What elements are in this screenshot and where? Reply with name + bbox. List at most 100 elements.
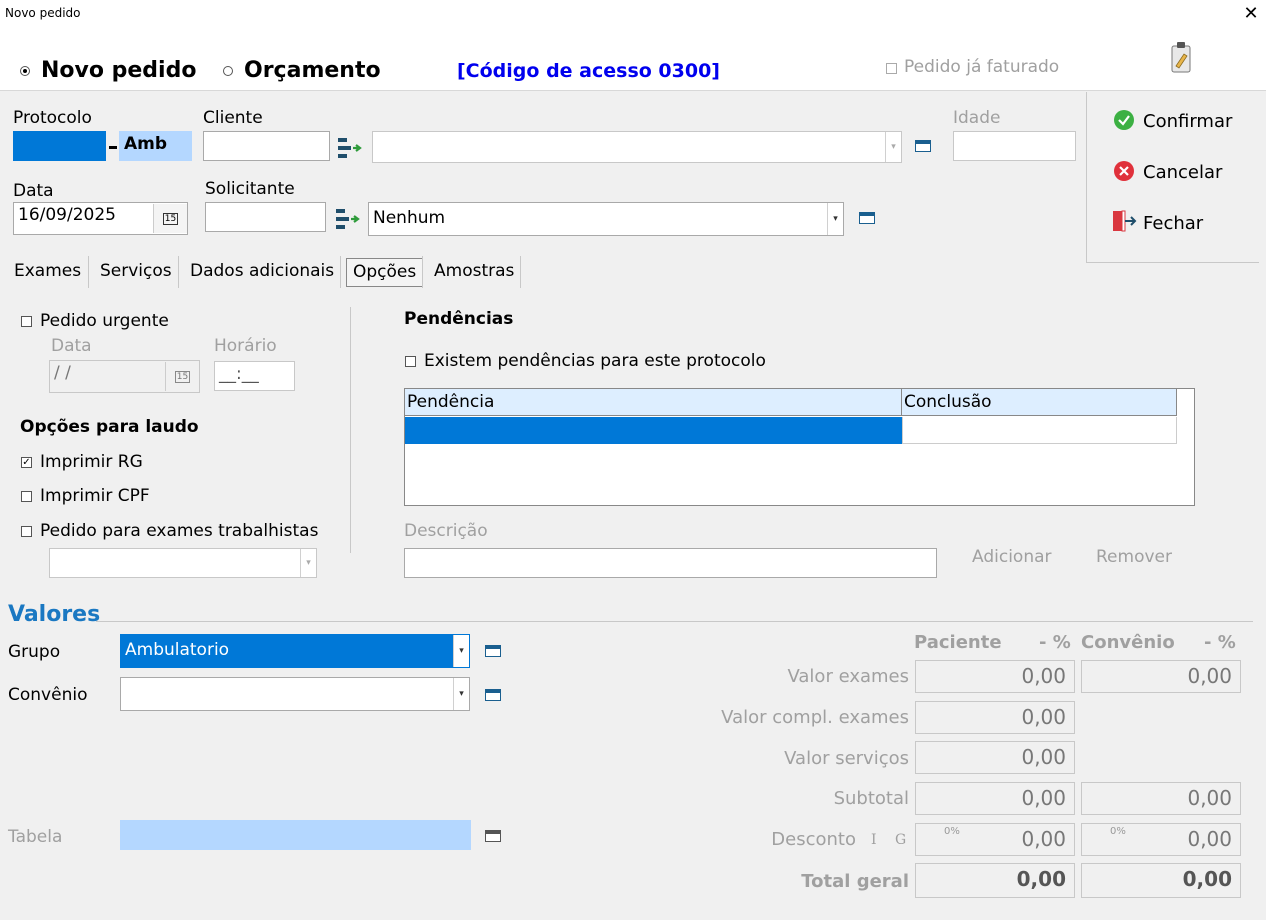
cancel-icon[interactable] (1113, 160, 1135, 182)
check-icon[interactable] (1113, 109, 1135, 131)
imprimir-cpf-checkbox[interactable] (21, 491, 32, 502)
chevron-down-icon[interactable]: ▾ (885, 132, 901, 162)
valor-servicos-label: Valor serviços (784, 748, 909, 769)
cancelar-button[interactable]: Cancelar (1143, 162, 1222, 183)
total-convenio[interactable]: 0,00 (1081, 863, 1241, 898)
tab-opcoes[interactable]: Opções (346, 258, 424, 287)
solicitante-code-input[interactable] (205, 202, 326, 232)
remover-button[interactable]: Remover (1096, 547, 1172, 567)
grid-row-cell[interactable] (902, 417, 1177, 444)
pendencias-grid[interactable]: Pendência Conclusão (404, 388, 1195, 506)
calendar-icon[interactable]: 15 (165, 362, 199, 391)
calendar-glyph: 15 (162, 212, 179, 225)
grid-row-cell[interactable] (405, 417, 902, 444)
trabalhistas-checkbox[interactable] (21, 526, 32, 537)
desconto-i[interactable]: I (871, 832, 877, 848)
col-convenio: Convênio (1081, 632, 1175, 653)
tab-amostras[interactable]: Amostras (428, 256, 520, 289)
desconto-paciente[interactable]: 0,00 (915, 823, 1075, 856)
protocolo-input[interactable] (13, 131, 106, 161)
cliente-window-icon[interactable] (915, 140, 931, 152)
chevron-down-icon[interactable]: ▾ (827, 203, 843, 235)
chevron-down-icon[interactable]: ▾ (453, 635, 469, 667)
valor-compl-paciente[interactable]: 0,00 (915, 701, 1075, 734)
radio-novo-pedido[interactable] (20, 66, 30, 76)
tabela-input[interactable] (120, 820, 471, 850)
radio-orcamento[interactable] (223, 66, 233, 76)
desconto-paciente-pct: 0% (944, 826, 960, 837)
col-pct-paciente: - % (1039, 632, 1071, 653)
calendar-glyph: 15 (174, 370, 191, 383)
clipboard-icon[interactable] (1170, 40, 1192, 74)
confirmar-button[interactable]: Confirmar (1143, 111, 1232, 132)
tabela-label: Tabela (8, 827, 63, 847)
descricao-label: Descrição (404, 521, 488, 541)
idade-label: Idade (953, 108, 1001, 128)
tabela-window-icon[interactable] (485, 830, 501, 842)
convenio-combo[interactable]: ▾ (120, 677, 470, 711)
access-code: [Código de acesso 0300] (457, 60, 720, 82)
faturado-checkbox[interactable] (886, 63, 897, 74)
cliente-combo[interactable]: ▾ (372, 131, 902, 163)
imprimir-rg-checkbox[interactable]: ✓ (21, 457, 32, 468)
trabalhistas-combo[interactable]: ▾ (49, 548, 317, 578)
existem-pendencias-checkbox[interactable] (405, 356, 416, 367)
exit-door-icon[interactable] (1111, 209, 1137, 233)
protocolo-label: Protocolo (13, 108, 92, 128)
window-title: Novo pedido (5, 6, 81, 20)
tab-servicos[interactable]: Serviços (94, 256, 178, 289)
horario-label: Horário (214, 336, 277, 356)
tree-search-icon[interactable] (335, 207, 361, 231)
pendencias-title: Pendências (404, 309, 514, 329)
tab-divider (340, 256, 341, 288)
tab-divider (520, 256, 521, 288)
col-conclusao[interactable]: Conclusão (904, 389, 1177, 416)
mode-novo-label[interactable]: Novo pedido (41, 58, 196, 83)
col-pct-convenio: - % (1204, 632, 1236, 653)
adicionar-button[interactable]: Adicionar (972, 547, 1052, 567)
valor-compl-label: Valor compl. exames (721, 707, 909, 728)
subtotal-convenio[interactable]: 0,00 (1081, 782, 1241, 815)
desconto-convenio[interactable]: 0,00 (1081, 823, 1241, 856)
desconto-label: Desconto (771, 829, 856, 850)
tree-search-icon[interactable] (337, 136, 363, 160)
data-label: Data (13, 181, 54, 201)
valor-exames-paciente[interactable]: 0,00 (915, 660, 1075, 693)
title-bar: Novo pedido ✕ (0, 0, 1266, 30)
imprimir-rg-label: Imprimir RG (40, 452, 143, 472)
urgente-checkbox[interactable] (21, 316, 32, 327)
fechar-button[interactable]: Fechar (1143, 213, 1203, 234)
total-label: Total geral (801, 871, 909, 892)
valor-exames-convenio[interactable]: 0,00 (1081, 660, 1241, 693)
col-pendencia[interactable]: Pendência (405, 389, 902, 416)
desconto-g[interactable]: G (895, 832, 906, 848)
chevron-down-icon[interactable]: ▾ (300, 549, 316, 577)
grupo-label: Grupo (8, 642, 61, 662)
header-divider (0, 90, 1266, 91)
chevron-down-icon[interactable]: ▾ (453, 678, 469, 710)
col-paciente: Paciente (914, 632, 1002, 653)
action-panel-border-bottom (1086, 262, 1259, 263)
cliente-code-input[interactable] (203, 131, 330, 161)
tab-exames[interactable]: Exames (8, 256, 87, 289)
solicitante-combo[interactable]: Nenhum ▾ (368, 202, 844, 236)
grupo-window-icon[interactable] (485, 645, 501, 657)
close-icon[interactable]: ✕ (1240, 2, 1262, 26)
urgente-data-label: Data (51, 336, 92, 356)
horario-input[interactable]: __:__ (214, 361, 295, 391)
calendar-icon[interactable]: 15 (153, 204, 187, 233)
tab-dados-adicionais[interactable]: Dados adicionais (184, 256, 340, 289)
solicitante-window-icon[interactable] (859, 212, 875, 224)
convenio-window-icon[interactable] (485, 689, 501, 701)
idade-input[interactable] (953, 131, 1076, 161)
mode-orcamento-label[interactable]: Orçamento (244, 58, 381, 83)
grid-header: Pendência Conclusão (405, 389, 1177, 416)
action-panel-border (1086, 92, 1087, 262)
valores-title: Valores (8, 602, 101, 627)
total-paciente[interactable]: 0,00 (915, 863, 1075, 898)
grupo-combo[interactable]: Ambulatorio ▾ (120, 634, 470, 668)
descricao-input[interactable] (404, 548, 937, 578)
valor-servicos-paciente[interactable]: 0,00 (915, 741, 1075, 774)
existem-pendencias-label: Existem pendências para este protocolo (424, 351, 766, 371)
subtotal-paciente[interactable]: 0,00 (915, 782, 1075, 815)
